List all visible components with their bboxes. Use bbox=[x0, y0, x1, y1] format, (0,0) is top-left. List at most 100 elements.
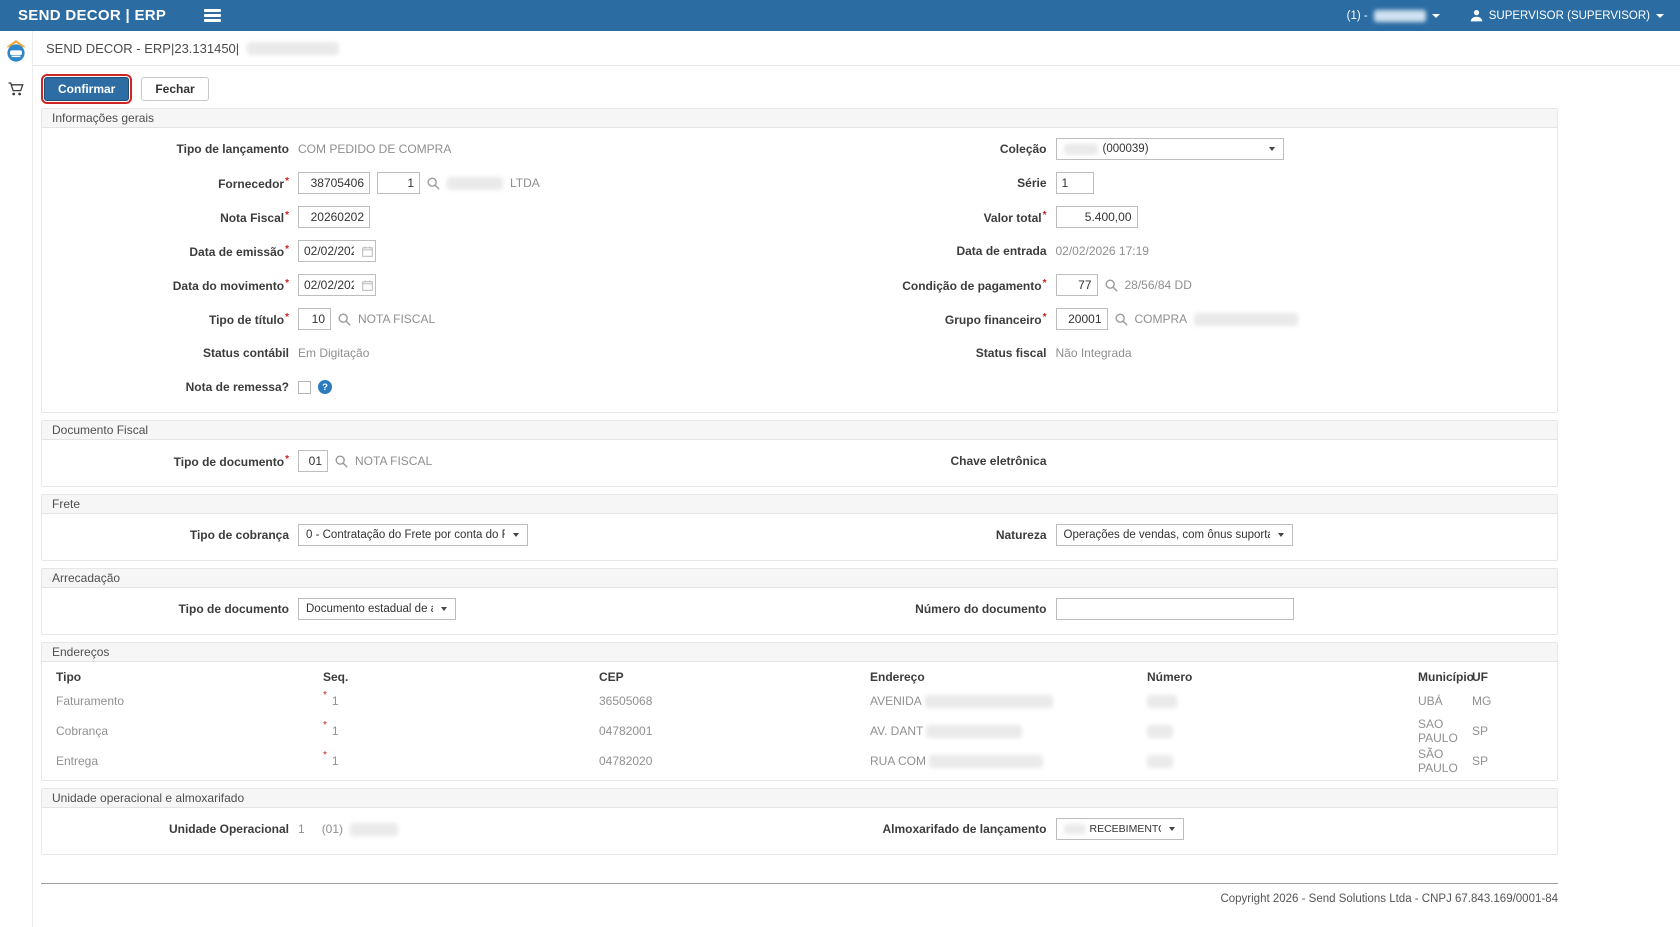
person-icon bbox=[1470, 9, 1483, 22]
address-row-numero bbox=[1147, 686, 1418, 716]
redacted-text bbox=[1147, 725, 1173, 738]
section-unidade-operacional: Unidade operacional e almoxarifado Unida… bbox=[41, 788, 1558, 855]
data-entrada-value: 02/02/2026 17:19 bbox=[1056, 244, 1149, 258]
data-movimento-input[interactable] bbox=[298, 274, 359, 296]
section-title: Informações gerais bbox=[42, 109, 1557, 128]
required-asterisk: * bbox=[285, 210, 289, 221]
status-contabil-label: Status contábil bbox=[42, 346, 298, 360]
search-icon[interactable] bbox=[427, 177, 440, 190]
fornecedor-name-suffix: LTDA bbox=[510, 176, 540, 190]
tipo-cobranca-select[interactable]: 0 - Contratação do Frete por conta do Re… bbox=[298, 524, 528, 546]
search-icon[interactable] bbox=[338, 313, 351, 326]
search-icon[interactable] bbox=[1105, 279, 1118, 292]
enderecos-table: Tipo Seq. CEP Endereço Número Município … bbox=[42, 666, 1557, 776]
address-row-tipo: Cobrança bbox=[56, 716, 323, 746]
address-row-seq: *1 bbox=[323, 746, 599, 776]
section-documento-fiscal: Documento Fiscal Tipo de documento* bbox=[41, 420, 1558, 487]
natureza-selected-value: Operações de vendas, com ônus suportado … bbox=[1064, 529, 1270, 541]
help-icon[interactable]: ? bbox=[318, 380, 332, 394]
section-title: Frete bbox=[42, 495, 1557, 514]
address-row-endereco: AVENIDA bbox=[870, 686, 1147, 716]
address-row-municipio: UBÁ bbox=[1418, 686, 1472, 716]
user-menu[interactable]: SUPERVISOR (SUPERVISOR) bbox=[1470, 9, 1664, 22]
nota-remessa-checkbox[interactable] bbox=[298, 381, 311, 394]
redacted-text bbox=[926, 725, 1022, 738]
nota-fiscal-input[interactable] bbox=[298, 206, 370, 228]
natureza-select[interactable]: Operações de vendas, com ônus suportado … bbox=[1056, 524, 1293, 546]
required-asterisk: * bbox=[285, 312, 289, 323]
copyright-text: Copyright 2026 - Send Solutions Ltda - C… bbox=[41, 884, 1558, 905]
close-button[interactable]: Fechar bbox=[141, 77, 208, 101]
chevron-down-icon bbox=[1656, 14, 1664, 18]
address-row-cep: 04782001 bbox=[599, 716, 870, 746]
arrecadacao-tipo-documento-select[interactable]: Documento estadual de arrecadação bbox=[298, 598, 456, 620]
tipo-documento-input[interactable] bbox=[298, 450, 328, 472]
almoxarifado-selected-value: RECEBIMENTO (1) (1) bbox=[1090, 823, 1161, 835]
tipo-documento-label: Tipo de documento* bbox=[42, 454, 298, 469]
calendar-icon[interactable] bbox=[359, 240, 376, 262]
chevron-down-icon bbox=[1278, 533, 1284, 537]
required-asterisk: * bbox=[1043, 312, 1047, 323]
redacted-text bbox=[1194, 313, 1298, 326]
data-emissao-input[interactable] bbox=[298, 240, 359, 262]
condicao-pagamento-desc: 28/56/84 DD bbox=[1125, 278, 1192, 292]
status-contabil-value: Em Digitação bbox=[298, 346, 369, 360]
required-asterisk: * bbox=[285, 244, 289, 255]
grupo-financeiro-input[interactable] bbox=[1056, 308, 1108, 330]
search-icon[interactable] bbox=[1115, 313, 1128, 326]
address-row-cep: 36505068 bbox=[599, 686, 870, 716]
redacted-text bbox=[929, 755, 1043, 768]
required-asterisk: * bbox=[285, 454, 289, 465]
tipo-titulo-label: Tipo de título* bbox=[42, 312, 298, 327]
address-row-cep: 04782020 bbox=[599, 746, 870, 776]
chave-eletronica-label: Chave eletrônica bbox=[800, 454, 1056, 468]
tipo-lancamento-value: COM PEDIDO DE COMPRA bbox=[298, 142, 451, 156]
section-title: Documento Fiscal bbox=[42, 421, 1557, 440]
address-row-uf: MG bbox=[1472, 686, 1557, 716]
address-row-seq: *1 bbox=[323, 716, 599, 746]
numero-documento-input[interactable] bbox=[1056, 598, 1294, 620]
section-title: Arrecadação bbox=[42, 569, 1557, 588]
chevron-down-icon bbox=[441, 607, 447, 611]
data-movimento-label: Data do movimento* bbox=[42, 278, 298, 293]
redacted-text bbox=[1064, 144, 1098, 155]
required-asterisk: * bbox=[323, 690, 327, 701]
address-row-endereco: RUA COM bbox=[870, 746, 1147, 776]
col-header-numero: Número bbox=[1147, 666, 1418, 686]
status-fiscal-value: Não Integrada bbox=[1056, 346, 1132, 360]
send-decor-logo-icon[interactable] bbox=[5, 40, 27, 62]
tipo-cobranca-label: Tipo de cobrança bbox=[42, 528, 298, 542]
unidade-operacional-label: Unidade Operacional bbox=[42, 822, 298, 836]
almoxarifado-select[interactable]: RECEBIMENTO (1) (1) bbox=[1056, 818, 1184, 840]
fornecedor-seq-input[interactable] bbox=[377, 172, 420, 194]
valor-total-input[interactable] bbox=[1056, 206, 1138, 228]
tipo-titulo-input[interactable] bbox=[298, 308, 331, 330]
cart-icon[interactable] bbox=[8, 82, 24, 97]
hamburger-menu-icon[interactable] bbox=[200, 3, 225, 28]
search-icon[interactable] bbox=[335, 455, 348, 468]
data-entrada-label: Data de entrada bbox=[800, 244, 1056, 258]
address-row-tipo: Faturamento bbox=[56, 686, 323, 716]
company-selector[interactable]: (1) - bbox=[1347, 10, 1440, 22]
address-row-uf: SP bbox=[1472, 716, 1557, 746]
data-emissao-label: Data de emissão* bbox=[42, 244, 298, 259]
fornecedor-code-input[interactable] bbox=[298, 172, 370, 194]
left-sidebar bbox=[0, 31, 33, 927]
condicao-pagamento-label: Condição de pagamento* bbox=[800, 278, 1056, 293]
address-row-uf: SP bbox=[1472, 746, 1557, 776]
grupo-financeiro-desc: COMPRA bbox=[1135, 312, 1188, 326]
col-header-endereco: Endereço bbox=[870, 666, 1147, 686]
chevron-down-icon bbox=[513, 533, 519, 537]
tipo-documento-desc: NOTA FISCAL bbox=[355, 454, 432, 468]
serie-input[interactable] bbox=[1056, 172, 1094, 194]
calendar-icon[interactable] bbox=[359, 274, 376, 296]
confirm-button[interactable]: Confirmar bbox=[44, 77, 129, 101]
redacted-text bbox=[1064, 824, 1086, 834]
section-enderecos: Endereços Tipo Seq. CEP Endereço Número … bbox=[41, 642, 1558, 781]
colecao-select[interactable]: (000039) bbox=[1056, 138, 1284, 160]
grupo-financeiro-label: Grupo financeiro* bbox=[800, 312, 1056, 327]
almoxarifado-label: Almoxarifado de lançamento bbox=[800, 822, 1056, 836]
top-nav-bar: SEND DECOR | ERP (1) - SUPERVISOR (SUPER… bbox=[0, 0, 1680, 31]
chevron-down-icon bbox=[1269, 147, 1275, 151]
condicao-pagamento-input[interactable] bbox=[1056, 274, 1098, 296]
